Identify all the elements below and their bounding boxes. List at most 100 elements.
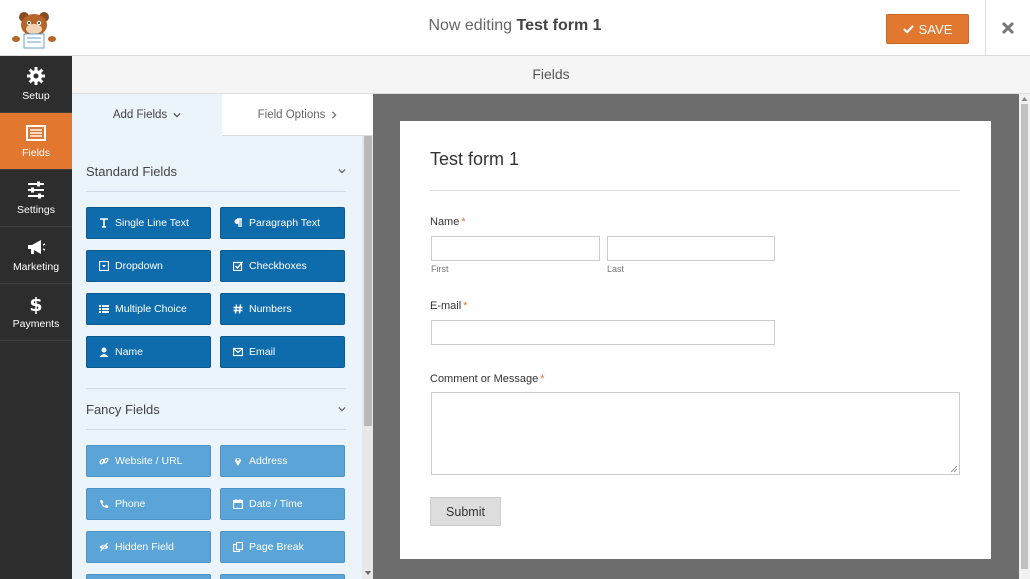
text-icon [100, 218, 108, 228]
field-button-label: Checkboxes [249, 260, 307, 272]
email-input[interactable] [431, 320, 775, 345]
name-label-text: Name [430, 216, 460, 228]
close-button[interactable] [985, 0, 1030, 56]
form-name: Test form 1 [516, 17, 602, 34]
divider [86, 388, 346, 389]
page-title: Now editing Test form 1 [0, 17, 1030, 35]
left-nav: Setup Fields Settings Marketing $ Paymen… [0, 56, 72, 579]
form-title: Test form 1 [430, 149, 520, 169]
nav-label-setup: Setup [22, 90, 50, 102]
save-button[interactable]: SAVE [886, 14, 969, 44]
list-bullets-icon [99, 305, 109, 313]
nav-item-setup[interactable]: Setup [0, 56, 72, 113]
field-button-label: Dropdown [115, 260, 163, 272]
field-button-label: Paragraph Text [249, 217, 321, 229]
required-asterisk: * [540, 373, 545, 385]
field-button-label: Name [115, 346, 144, 358]
field-button-address[interactable]: Address [220, 445, 345, 477]
paragraph-icon [234, 218, 242, 227]
copy-icon [233, 542, 243, 552]
field-button-multiple-choice[interactable]: Multiple Choice [86, 293, 211, 325]
field-button-name[interactable]: Name [86, 336, 211, 368]
preview-scrollbar[interactable] [1019, 94, 1030, 579]
field-button-date-time[interactable]: Date / Time [220, 488, 345, 520]
resize-handle-icon[interactable] [950, 465, 958, 473]
field-button-partial[interactable] [220, 574, 345, 579]
chevron-right-icon [332, 110, 337, 119]
divider [86, 191, 346, 192]
fancy-fields-title: Fancy Fields [86, 401, 160, 417]
field-button-page-break[interactable]: Page Break [220, 531, 345, 563]
field-button-partial[interactable] [86, 574, 211, 579]
preview-scrollbar-thumb[interactable] [1021, 104, 1028, 569]
top-bar: Now editing Test form 1 SAVE [0, 0, 1030, 56]
dollar-icon: $ [29, 294, 42, 314]
field-button-label: Hidden Field [115, 541, 174, 553]
chevron-down-icon [338, 168, 346, 174]
svg-text:$: $ [29, 294, 42, 314]
close-icon [1001, 21, 1015, 35]
field-button-checkboxes[interactable]: Checkboxes [220, 250, 345, 282]
checkbox-icon [233, 261, 243, 271]
divider [86, 429, 346, 430]
map-marker-icon [235, 458, 241, 466]
megaphone-icon [28, 240, 46, 254]
field-button-label: Email [249, 346, 276, 358]
nav-item-settings[interactable]: Settings [0, 170, 72, 227]
nav-item-fields[interactable]: Fields [0, 113, 72, 170]
comment-field-label: Comment or Message * [430, 373, 545, 385]
tab-field-options[interactable]: Field Options [222, 94, 373, 136]
standard-fields-title: Standard Fields [86, 163, 178, 179]
nav-item-marketing[interactable]: Marketing [0, 227, 72, 284]
nav-label-payments: Payments [12, 318, 60, 330]
scroll-up-arrow-icon[interactable] [1019, 94, 1030, 104]
panel-scrollbar-thumb[interactable] [364, 136, 372, 426]
user-icon [99, 347, 109, 357]
field-button-dropdown[interactable]: Dropdown [86, 250, 211, 282]
field-button-label: Website / URL [115, 455, 183, 467]
nav-item-payments[interactable]: $ Payments [0, 284, 72, 341]
email-field-label: E-mail * [430, 300, 467, 312]
last-sublabel: Last [607, 264, 625, 274]
field-button-hidden-field[interactable]: Hidden Field [86, 531, 211, 563]
chevron-down-icon [338, 406, 346, 412]
first-sublabel: First [431, 264, 449, 274]
comment-textarea[interactable] [431, 392, 960, 475]
scroll-down-arrow-icon[interactable] [363, 567, 373, 579]
name-field-label: Name * [430, 216, 466, 228]
field-button-website-url[interactable]: Website / URL [86, 445, 211, 477]
field-button-phone[interactable]: Phone [86, 488, 211, 520]
submit-button[interactable]: Submit [430, 497, 501, 526]
title-prefix: Now editing [428, 17, 513, 34]
required-asterisk: * [463, 300, 468, 312]
form-divider [430, 190, 960, 191]
field-button-label: Multiple Choice [115, 303, 187, 315]
chevron-down-icon [173, 112, 181, 118]
field-button-label: Single Line Text [115, 217, 189, 229]
save-label: SAVE [918, 21, 953, 37]
eye-slash-icon [99, 542, 109, 552]
phone-icon [100, 499, 109, 509]
panel-scrollbar[interactable] [362, 136, 373, 579]
field-button-email[interactable]: Email [220, 336, 345, 368]
field-button-paragraph-text[interactable]: Paragraph Text [220, 207, 345, 239]
standard-fields-toggle[interactable]: Standard Fields [86, 161, 346, 181]
last-name-input[interactable] [607, 236, 775, 261]
comment-label-text: Comment or Message [430, 373, 539, 385]
sliders-icon [28, 181, 44, 199]
required-asterisk: * [461, 216, 466, 228]
field-button-label: Page Break [249, 541, 304, 553]
tab-add-fields-label: Add Fields [112, 109, 168, 121]
nav-label-settings: Settings [17, 204, 55, 216]
field-button-single-line-text[interactable]: Single Line Text [86, 207, 211, 239]
field-button-label: Address [249, 455, 288, 467]
dropdown-icon [99, 261, 109, 271]
nav-label-fields: Fields [21, 147, 50, 159]
first-name-input[interactable] [431, 236, 600, 261]
tab-add-fields[interactable]: Add Fields [72, 94, 222, 136]
gear-icon [27, 67, 45, 85]
hash-icon [233, 304, 243, 314]
field-button-label: Date / Time [249, 498, 303, 510]
field-button-numbers[interactable]: Numbers [220, 293, 345, 325]
fancy-fields-toggle[interactable]: Fancy Fields [86, 399, 346, 419]
